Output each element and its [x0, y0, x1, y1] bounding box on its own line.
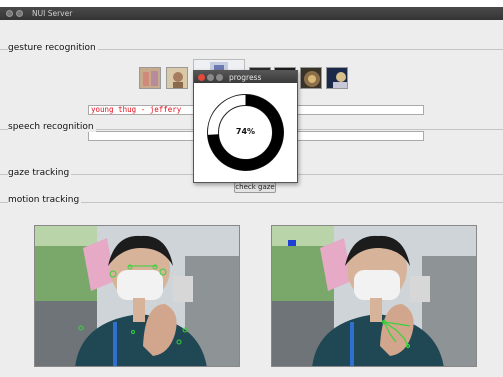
minimize-icon[interactable] — [16, 10, 23, 17]
progress-percent: 74% — [235, 127, 256, 136]
camera-view-left — [34, 225, 240, 367]
check-gaze-button[interactable]: check gaze — [234, 182, 276, 193]
maximize-icon[interactable] — [216, 73, 223, 81]
gesture-thumbnail[interactable] — [166, 67, 188, 89]
motion-tracking-label: motion tracking — [8, 195, 82, 205]
speech-recognition-label: speech recognition — [8, 122, 96, 132]
minimize-icon[interactable] — [207, 73, 214, 81]
gesture-recognition-label: gesture recognition — [8, 43, 98, 53]
progress-dialog: progress 74% — [193, 70, 298, 183]
nui-server-window: NUI Server gesture recognition speech re… — [0, 7, 503, 377]
dialog-title: progress — [229, 72, 262, 82]
close-icon[interactable] — [6, 10, 13, 17]
close-icon[interactable] — [198, 73, 205, 81]
gaze-tracking-label: gaze tracking — [8, 168, 72, 178]
gesture-thumbnail[interactable] — [300, 67, 322, 89]
camera-view-right — [271, 225, 477, 367]
window-title: NUI Server — [32, 9, 73, 18]
title-bar[interactable]: NUI Server — [0, 7, 503, 20]
gesture-thumbnail[interactable] — [139, 67, 161, 89]
dialog-title-bar[interactable]: progress — [194, 71, 297, 83]
gesture-thumbnail[interactable] — [326, 67, 348, 89]
dialog-body: 74% — [194, 83, 297, 182]
